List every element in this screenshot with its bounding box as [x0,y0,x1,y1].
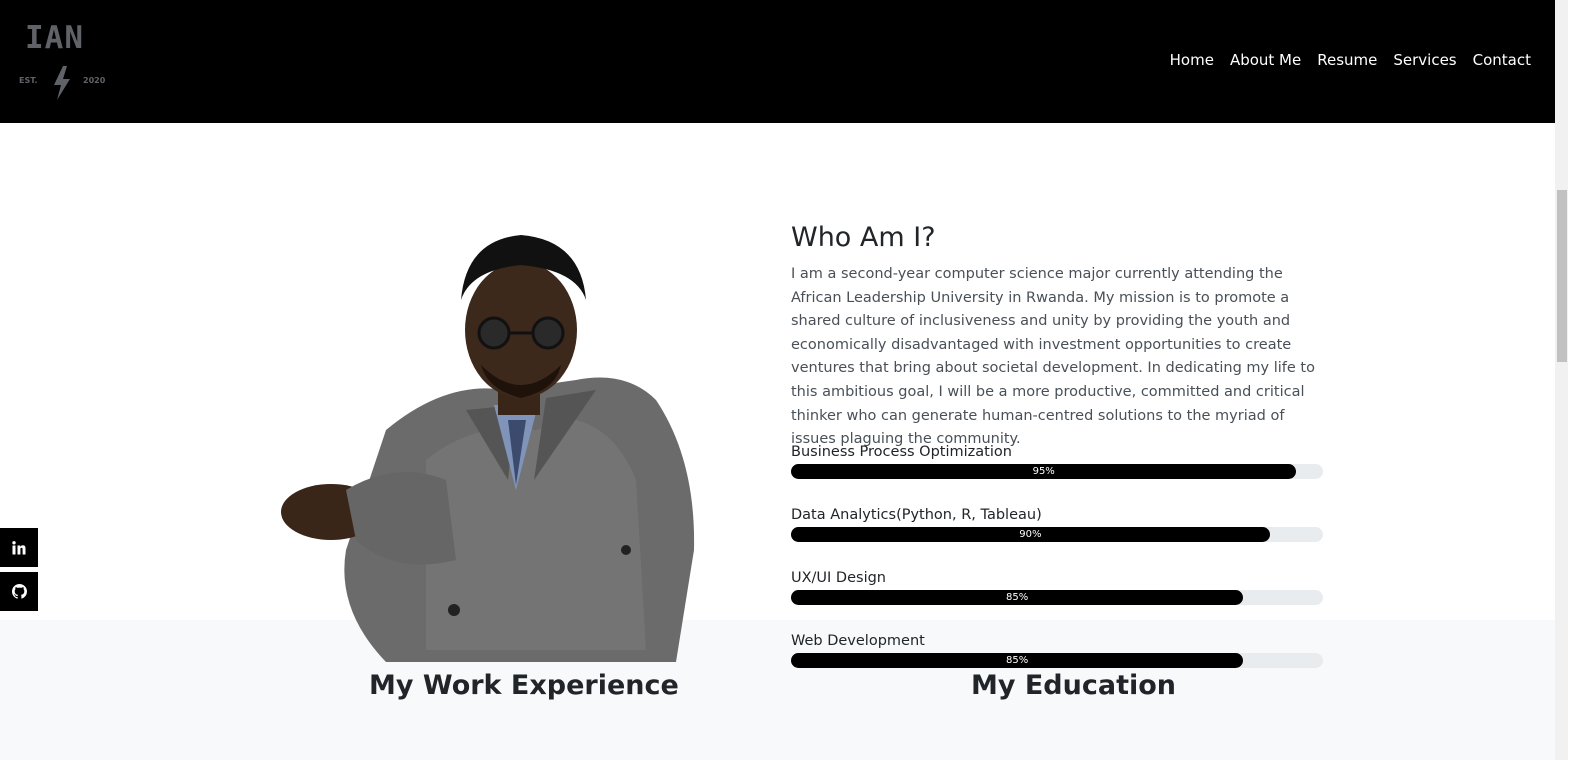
profile-photo [281,235,695,662]
skill-label: UX/UI Design [791,570,886,586]
nav-about-me[interactable]: About Me [1230,51,1301,69]
page-edge [1568,0,1596,760]
skill-progress-bar: 85% [791,653,1244,668]
nav-contact[interactable]: Contact [1473,51,1531,69]
skill-label: Business Process Optimization [791,444,1012,460]
skill-progress-track: 90% [791,527,1323,542]
skill-progress-bar: 90% [791,527,1270,542]
nav-home[interactable]: Home [1170,51,1214,69]
education-title: My Education [971,670,1177,701]
about-heading: Who Am I? [791,222,936,253]
skill-item: Web Development 85% [791,633,1323,668]
main-nav: Home About Me Resume Services Contact [1170,51,1531,69]
skill-item: Business Process Optimization 95% [791,444,1323,479]
brand-year: 2020 [83,76,106,85]
about-block: Who Am I? I am a second-year computer sc… [791,222,1323,452]
nav-resume[interactable]: Resume [1317,51,1377,69]
github-icon [11,584,27,599]
linkedin-icon [12,540,26,554]
work-experience-title: My Work Experience [369,670,679,701]
skill-progress-track: 95% [791,464,1323,479]
skill-progress-track: 85% [791,653,1323,668]
brand-logo[interactable]: IAN EST. 2020 [18,18,113,102]
scrollbar-thumb[interactable] [1557,190,1567,362]
skill-item: Data Analytics(Python, R, Tableau) 90% [791,507,1323,542]
skill-label: Data Analytics(Python, R, Tableau) [791,507,1042,523]
brand-est: EST. [19,76,38,85]
skill-progress-track: 85% [791,590,1323,605]
page-scrollbar[interactable] [1555,0,1568,760]
about-bio: I am a second-year computer science majo… [791,266,1315,448]
site-header: IAN EST. 2020 Home About Me Resume Servi… [0,0,1555,123]
skill-progress-bar: 95% [791,464,1297,479]
nav-services[interactable]: Services [1393,51,1456,69]
github-button[interactable] [0,572,38,611]
skill-item: UX/UI Design 85% [791,570,1323,605]
lightning-icon [54,66,70,100]
brand-name: IAN [25,20,84,56]
linkedin-button[interactable] [0,528,38,567]
skill-progress-bar: 85% [791,590,1244,605]
skill-label: Web Development [791,633,925,649]
